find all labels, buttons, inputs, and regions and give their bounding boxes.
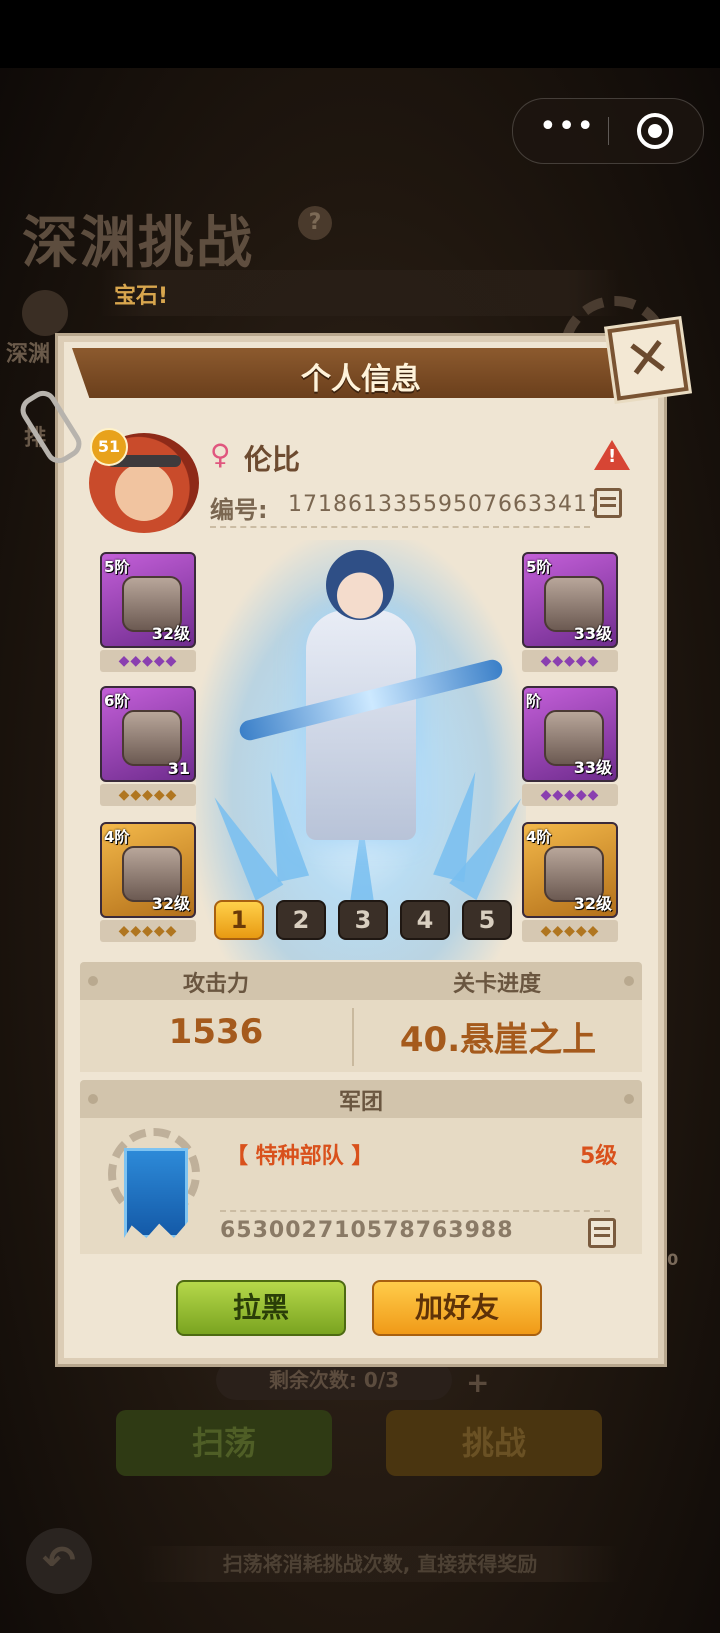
capsule-divider [608,117,609,145]
player-id-label: 编号: [210,496,268,524]
attack-label: 攻击力 [182,972,249,997]
equipment-slot-helmet[interactable]: 5阶 32级 ◆◆◆◆◆ [100,552,196,674]
preset-tab-2[interactable]: 2 [276,900,326,940]
progress-label: 关卡进度 [452,972,541,997]
equipment-gems: ◆◆◆◆◆ [522,920,618,942]
equipment-card: 5阶 33级 [522,552,618,648]
equipment-tier: 阶 [526,692,542,710]
equipment-level: 32级 [151,894,190,913]
more-menu-button[interactable]: ••• [539,112,594,145]
preset-tab-5[interactable]: 5 [462,900,512,940]
equipment-slot-armor[interactable]: 6阶 31 ◆◆◆◆◆ [100,686,196,808]
player-name: 伦比 [244,443,301,476]
equipment-tier: 6阶 [104,692,130,710]
player-level-badge: 51 [90,428,128,466]
hero-showcase [196,540,535,960]
equipment-card: 阶 33级 [522,686,618,782]
side-label: 深渊 [6,342,51,367]
armor-icon [122,710,182,766]
attack-value: 1536 [168,1012,264,1052]
sweep-tip: 扫荡将消耗挑战次数, 直接获得奖励 [140,1546,620,1582]
add-friend-button[interactable]: 加好友 [372,1280,542,1336]
sweep-button: 扫荡 [116,1410,332,1476]
equipment-level: 33级 [573,758,612,777]
equipment-tier: 4阶 [526,828,552,846]
preset-tab-1[interactable]: 1 [214,900,264,940]
equipment-slot-boots[interactable]: 4阶 32级 ◆◆◆◆◆ [100,822,196,944]
back-arrow-icon: ↶ [26,1528,92,1594]
legion-id: 653002710578763988 [220,1218,514,1243]
equipment-slot-pants[interactable]: 阶 33级 ◆◆◆◆◆ [522,686,618,808]
equipment-gems: ◆◆◆◆◆ [100,650,196,672]
hero-head [326,550,394,620]
background-marquee: 宝石! [100,270,620,316]
equipment-gems: ◆◆◆◆◆ [100,784,196,806]
help-icon: ? [298,206,332,240]
equipment-gems: ◆◆◆◆◆ [522,784,618,806]
equipment-slot-weapon[interactable]: 5阶 33级 ◆◆◆◆◆ [522,552,618,674]
legion-panel-header: 军团 [80,1080,642,1118]
equipment-level: 33级 [573,624,612,643]
marquee-text: 宝石! [114,284,169,309]
equipment-level: 32级 [151,624,190,643]
equipment-tier: 5阶 [526,558,552,576]
dialog-header: 个人信息 [72,348,650,398]
equipment-tier: 5阶 [104,558,130,576]
copy-legion-id-icon[interactable] [588,1218,616,1248]
close-button[interactable]: ✕ [607,319,689,401]
legion-flag-icon[interactable] [124,1148,188,1238]
hero-body [306,610,416,840]
dialog-title: 个人信息 [301,362,421,397]
equipment-card: 4阶 32级 [100,822,196,918]
legion-divider [220,1210,610,1212]
miniprogram-capsule: ••• [512,98,704,164]
legion-level: 5级 [580,1144,618,1169]
equipment-slot-gloves[interactable]: 4阶 32级 ◆◆◆◆◆ [522,822,618,944]
close-miniprogram-icon[interactable] [637,113,673,149]
background-side-button: 深渊 [0,290,68,400]
stats-panel-body: 1536 40.悬崖之上 [80,1000,642,1072]
preset-tab-3[interactable]: 3 [338,900,388,940]
legion-name: 【 特种部队 】 [226,1144,374,1169]
stats-panel-header: 攻击力 关卡进度 [80,962,642,1000]
status-bar-area [0,0,720,68]
player-id-value: 171861335595076633417 [288,492,603,517]
progress-value: 40.悬崖之上 [399,1020,597,1060]
equipment-gems: ◆◆◆◆◆ [100,920,196,942]
remaining-count: 剩余次数: 0/3 [216,1360,452,1400]
plus-icon: + [466,1366,490,1399]
shield-icon [22,290,68,336]
equipment-level: 31 [167,759,190,778]
background-page-title: 深渊挑战 [22,211,254,276]
id-divider [210,526,590,528]
close-icon: ✕ [621,324,675,393]
legion-header: 军团 [338,1090,383,1115]
copy-id-icon[interactable] [594,488,622,518]
avatar-face [115,463,173,521]
report-warning-icon[interactable]: ! [594,440,630,470]
equipment-card: 4阶 32级 [522,822,618,918]
equipment-gems: ◆◆◆◆◆ [522,650,618,672]
equipment-level: 32级 [573,894,612,913]
preset-tab-4[interactable]: 4 [400,900,450,940]
challenge-button: 挑战 [386,1410,602,1476]
block-button[interactable]: 拉黑 [176,1280,346,1336]
equipment-card: 6阶 31 [100,686,196,782]
equipment-card: 5阶 32级 [100,552,196,648]
equipment-tier: 4阶 [104,828,130,846]
female-gender-icon: ♀ [210,438,231,471]
